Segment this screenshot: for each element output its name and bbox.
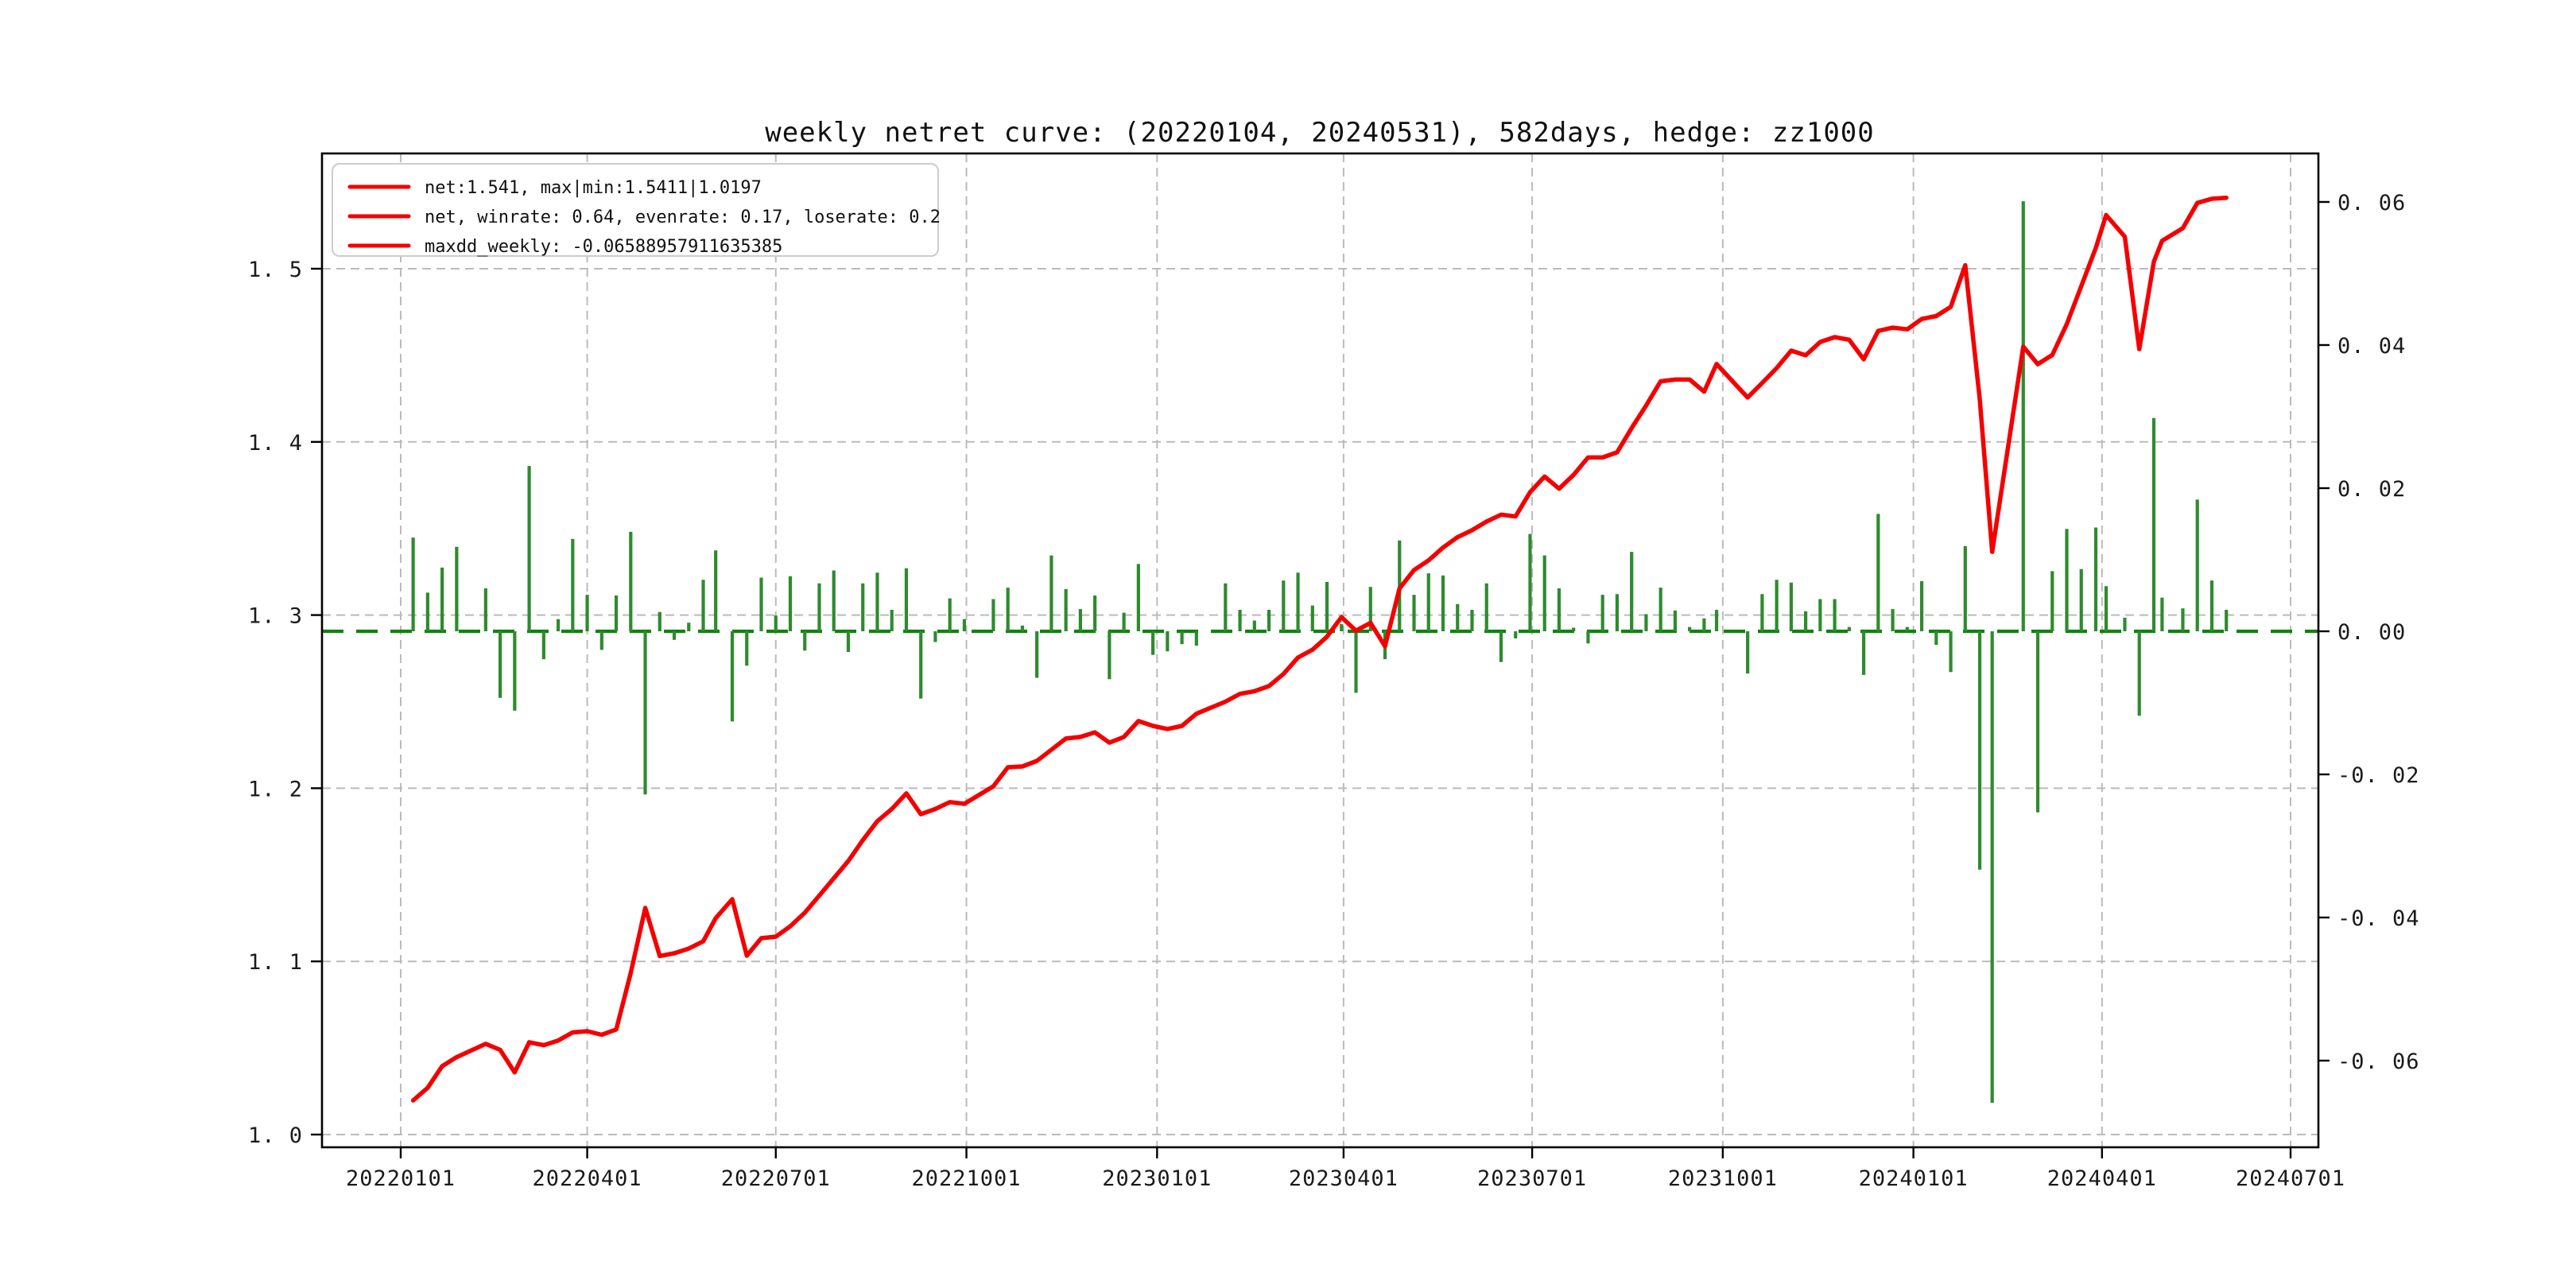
- x-tick-label: 20240701: [2236, 1166, 2345, 1191]
- x-tick-label: 20240401: [2047, 1166, 2157, 1191]
- legend-box: net:1.541, max|min:1.5411|1.0197 net, win…: [332, 163, 941, 257]
- right-tick-label: -0. 04: [2337, 906, 2420, 931]
- x-tick-label: 20221001: [912, 1166, 1022, 1191]
- right-tick-label: 0. 04: [2337, 334, 2406, 359]
- right-tick-label: -0. 02: [2337, 763, 2420, 788]
- left-tick-label: 1. 5: [248, 258, 303, 282]
- right-tick-label: -0. 06: [2337, 1049, 2420, 1074]
- net-curve: [410, 195, 2229, 1103]
- left-tick-label: 1. 2: [248, 777, 303, 801]
- left-tick-label: 1. 4: [248, 431, 303, 456]
- left-tick-label: 1. 0: [248, 1123, 303, 1148]
- plot-border: [320, 152, 2320, 1149]
- x-tick-label: 20230101: [1102, 1166, 1212, 1191]
- right-tick-label: 0. 02: [2337, 477, 2406, 502]
- chart-canvas: 1. 0 1. 1 1. 2 1. 3 1. 4 1. 5 0. 06 0. 04 0. 02 0…: [0, 0, 2576, 1288]
- left-tick-label: 1. 1: [248, 950, 303, 975]
- net-curve-line: [410, 195, 2229, 1103]
- right-tick-label: 0. 06: [2337, 191, 2406, 215]
- netret-chart: 1. 0 1. 1 1. 2 1. 3 1. 4 1. 5 0. 06 0. 04 0. 02 0…: [248, 117, 2420, 1191]
- weekly-return-bars: [411, 201, 2229, 1104]
- axis-ticks: [311, 200, 2330, 1158]
- x-tick-label: 20220701: [721, 1166, 831, 1191]
- right-tick-label: 0. 00: [2337, 620, 2406, 645]
- x-tick-label: 20231001: [1668, 1166, 1778, 1191]
- left-tick-label: 1. 3: [248, 604, 303, 629]
- grid-lines: [322, 153, 2318, 1147]
- x-tick-label: 20220101: [346, 1166, 456, 1191]
- chart-title: weekly netret curve: (20220104, 20240531…: [765, 117, 1875, 149]
- legend-item-label: maxdd_weekly: -0.06588957911635385: [425, 237, 782, 257]
- x-tick-label: 20220401: [533, 1166, 642, 1191]
- plot-frame: [320, 152, 2320, 1149]
- legend-item-label: net, winrate: 0.64, evenrate: 0.17, lose…: [425, 208, 941, 227]
- legend-item-label: net:1.541, max|min:1.5411|1.0197: [425, 178, 762, 198]
- axis-tick-labels: 1. 0 1. 1 1. 2 1. 3 1. 4 1. 5 0. 06 0. 04 0. 02 0…: [248, 191, 2420, 1191]
- x-tick-label: 20230401: [1289, 1166, 1399, 1191]
- x-tick-label: 20240101: [1859, 1166, 1969, 1191]
- x-tick-label: 20230701: [1477, 1166, 1587, 1191]
